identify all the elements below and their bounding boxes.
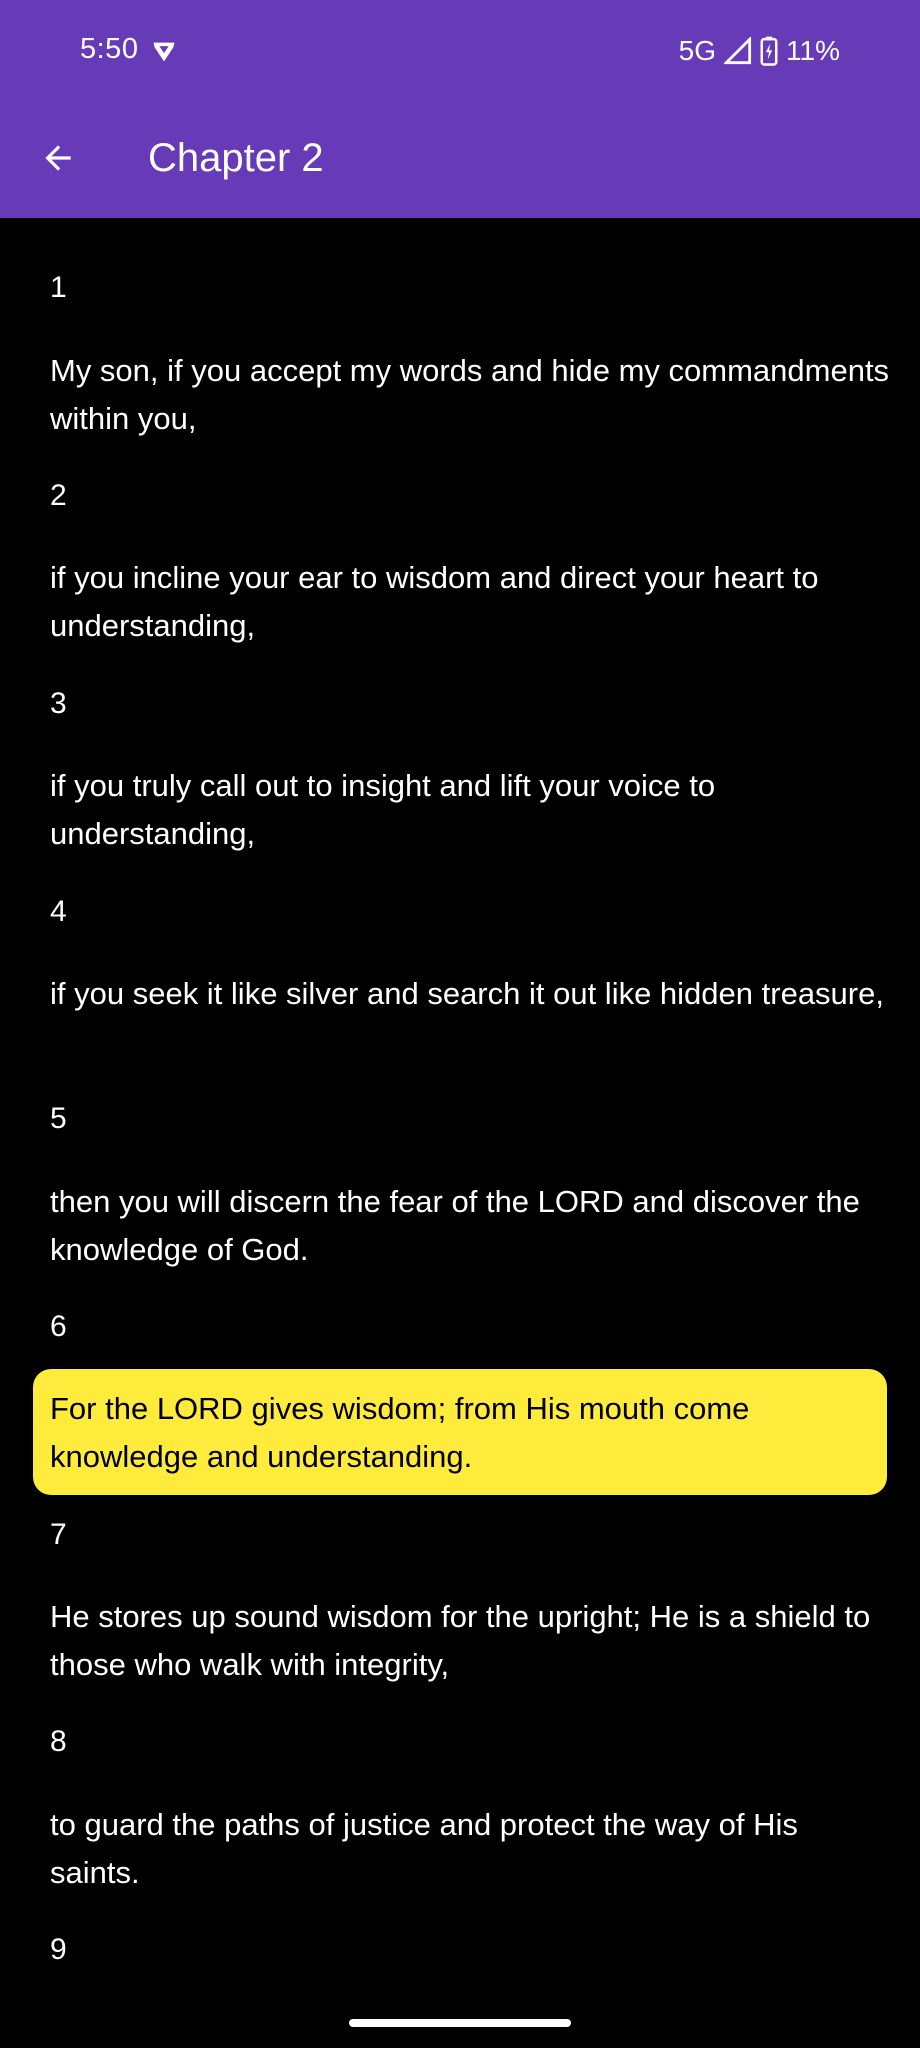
arrow-back-icon: [45, 145, 71, 171]
verse-number: 1: [50, 271, 67, 304]
verse-number: 6: [50, 1310, 67, 1343]
app-notification-icon: [153, 42, 175, 62]
verse-text: He stores up sound wisdom for the uprigh…: [50, 1599, 871, 1682]
network-label: 5G: [678, 35, 717, 66]
verse-text: if you seek it like silver and search it…: [50, 976, 884, 1011]
home-indicator[interactable]: [349, 2019, 571, 2027]
verse-text: then you will discern the fear of the LO…: [50, 1184, 860, 1267]
battery-charging-icon: [760, 36, 778, 66]
screen: 5:50 5G 11% Chapter 2 1 My son, if you a…: [0, 0, 920, 2048]
verse-text: if you incline your ear to wisdom and di…: [50, 560, 819, 643]
verse-text: My son, if you accept my words and hide …: [50, 353, 890, 436]
verse-text: For the LORD gives wisdom; from His mout…: [50, 1391, 750, 1474]
app-bar: Chapter 2: [0, 104, 920, 218]
verse-list: 1 My son, if you accept my words and hid…: [0, 218, 920, 2048]
page-title: Chapter 2: [148, 136, 324, 180]
verse-number: 8: [50, 1725, 67, 1758]
verse-number: 2: [50, 479, 67, 512]
verse-number: 9: [50, 1933, 67, 1966]
verse-number: 7: [50, 1518, 67, 1551]
verse-number: 5: [50, 1102, 67, 1135]
status-right-group: 5G 11%: [679, 33, 840, 69]
back-button[interactable]: [26, 126, 90, 190]
status-time: 5:50: [80, 33, 139, 65]
signal-icon: [724, 37, 752, 65]
status-bar: 5:50 5G 11%: [0, 0, 920, 104]
battery-percent: 11%: [786, 35, 840, 66]
verse-text: if you truly call out to insight and lif…: [50, 768, 716, 851]
verse-text: to guard the paths of justice and protec…: [50, 1807, 798, 1890]
header: 5:50 5G 11% Chapter 2: [0, 0, 920, 218]
verse-number: 4: [50, 895, 67, 928]
verse-number: 3: [50, 687, 67, 720]
